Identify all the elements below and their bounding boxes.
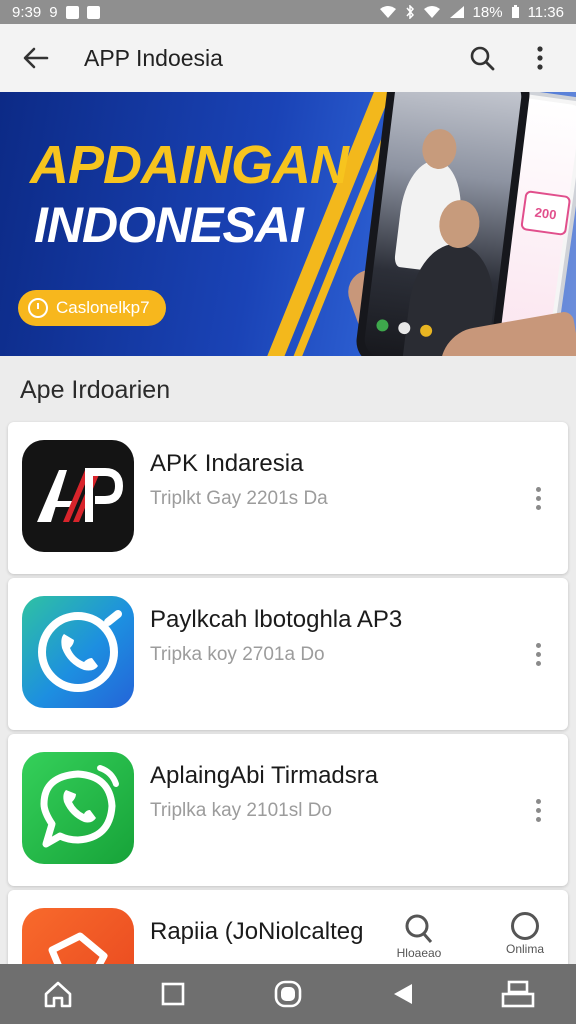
banner-cta-button[interactable]: Caslonelkp7 (18, 290, 166, 326)
app-name: APK Indaresia (150, 450, 304, 477)
ap-logo-icon (22, 440, 134, 552)
recents-square-icon[interactable] (145, 966, 201, 1022)
bluetooth-icon (405, 5, 414, 19)
page-title: APP Indoesia (84, 44, 223, 71)
app-subtitle: Triplkt Gay 2201s Da (150, 488, 328, 509)
list-item[interactable]: Paylkcah lbotoghla AP3 Tripka koy 2701a … (8, 578, 568, 730)
notification-icon (65, 5, 79, 19)
promo-banner[interactable]: APDAINGAN INDONESAI Caslonelkp7 200 (0, 92, 576, 356)
app-bar: APP Indoesia (0, 24, 576, 92)
app-subtitle: Tripka koy 2701a Do (150, 644, 325, 665)
search-icon[interactable] (462, 38, 502, 78)
home-circle-icon[interactable] (260, 966, 316, 1022)
phone-call-icon (22, 596, 134, 708)
section-title: Ape Irdoarien (20, 376, 171, 404)
app-name: Paylkcah lbotoghla AP3 (150, 606, 403, 633)
more-options-icon[interactable] (526, 478, 550, 518)
switch-apps-icon[interactable] (490, 966, 546, 1022)
wifi-signal-icon (423, 6, 440, 18)
tab-label: Onlima (505, 942, 544, 956)
status-bar: 9:39 9 18% 11:36 (0, 0, 576, 24)
status-time-right: 11:36 (527, 3, 564, 21)
clock-icon (28, 298, 48, 318)
tab-search[interactable]: Hloaeao (384, 912, 454, 960)
app-name: AplaingAbi Tirmadsra (150, 762, 379, 789)
account-circle-icon (511, 912, 539, 940)
cell-signal-icon (449, 6, 464, 18)
system-nav-bar (0, 964, 576, 1024)
tab-label: Hloaeao (396, 946, 442, 960)
list-item[interactable]: APK Indaresia Triplkt Gay 2201s Da (8, 422, 568, 574)
image-notification-icon (86, 5, 100, 19)
phone-badge: 200 (520, 190, 572, 237)
battery-percent: 18% (472, 3, 503, 21)
app-subtitle: Triplka kay 2101sl Do (150, 800, 332, 821)
tab-online[interactable]: Onlima (490, 912, 560, 956)
back-triangle-icon[interactable] (375, 966, 431, 1022)
battery-icon (511, 5, 519, 18)
wifi-icon (379, 6, 396, 18)
banner-headline-2: INDONESAI (34, 197, 304, 253)
banner-headline-1: APDAINGAN (30, 135, 349, 195)
more-options-icon[interactable] (526, 634, 550, 674)
status-time-left: 9:39 (12, 3, 42, 21)
list-item[interactable]: AplaingAbi Tirmadsra Triplka kay 2101sl … (8, 734, 568, 886)
back-arrow-icon[interactable] (16, 38, 56, 78)
overflow-menu-icon[interactable] (520, 38, 560, 78)
home-icon[interactable] (30, 966, 86, 1022)
app-name: Rapiia (JoNiolcalteg (150, 918, 364, 945)
whatsapp-icon (22, 752, 134, 864)
search-icon (405, 914, 433, 943)
more-options-icon[interactable] (526, 790, 550, 830)
status-digit: 9 (49, 3, 58, 21)
banner-cta-label: Caslonelkp7 (56, 298, 150, 317)
